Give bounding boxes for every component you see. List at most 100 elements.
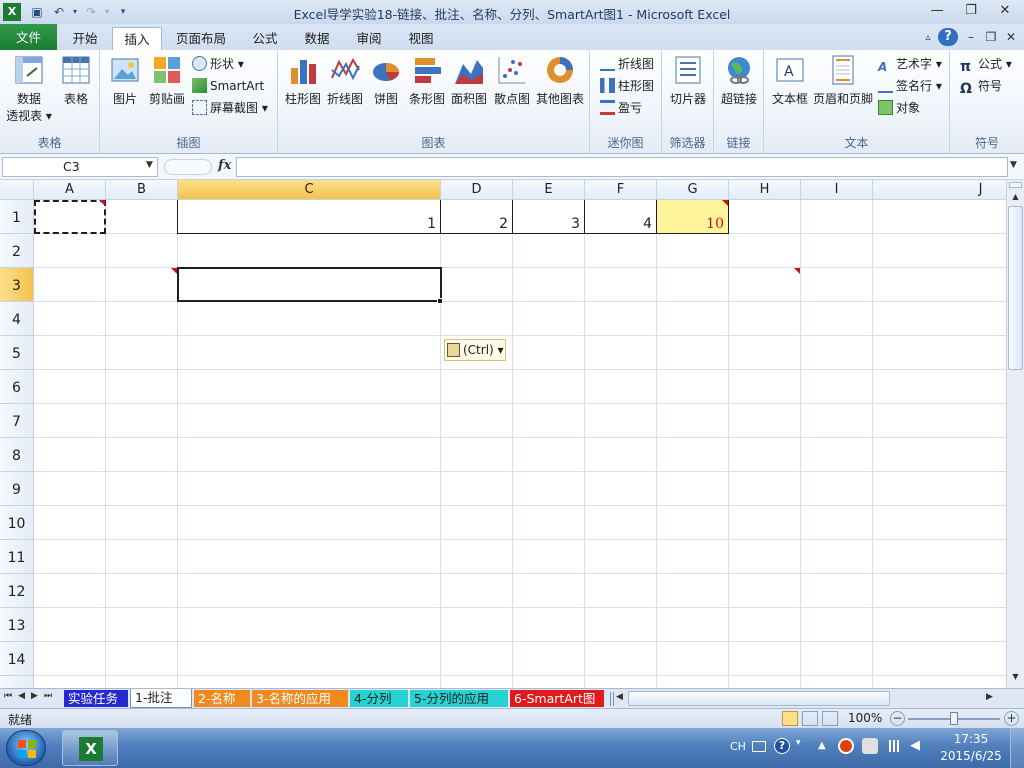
tab-data[interactable]: 数据 bbox=[292, 27, 342, 51]
input-language[interactable]: CH bbox=[730, 740, 746, 753]
fill-handle[interactable] bbox=[437, 298, 443, 304]
scroll-up-icon[interactable]: ▲ bbox=[1009, 190, 1022, 204]
row-header[interactable]: 8 bbox=[0, 438, 34, 472]
column-header[interactable]: E bbox=[513, 180, 585, 200]
zoom-out-button[interactable]: − bbox=[890, 711, 905, 726]
split-box[interactable] bbox=[1009, 182, 1022, 188]
sparkline-column-button[interactable]: 柱形图 bbox=[600, 76, 654, 96]
sheet-tab[interactable]: 4-分列 bbox=[350, 690, 408, 707]
start-button[interactable] bbox=[6, 730, 46, 766]
textbox-button[interactable]: A 文本框 bbox=[768, 54, 812, 107]
tab-file[interactable]: 文件 bbox=[0, 24, 57, 51]
paste-options-button[interactable]: (Ctrl) ▾ bbox=[444, 339, 506, 361]
security-tray-icon[interactable] bbox=[838, 738, 854, 754]
row-header[interactable]: 10 bbox=[0, 506, 34, 540]
signal-bars-icon[interactable] bbox=[886, 740, 902, 752]
table-button[interactable]: 表格 bbox=[56, 54, 96, 107]
hscroll-right-icon[interactable]: ▶ bbox=[986, 692, 993, 702]
sheet-navigation-icons[interactable]: ⏮◀▶⏭ bbox=[4, 691, 58, 701]
cell-c1[interactable]: 1 bbox=[178, 216, 440, 232]
cell-g1[interactable]: 10 bbox=[657, 216, 728, 232]
cell-d1[interactable]: 2 bbox=[441, 216, 512, 232]
show-desktop-button[interactable] bbox=[1010, 728, 1024, 768]
symbol-button[interactable]: Ω 符号 bbox=[960, 76, 1002, 97]
expand-formula-bar-icon[interactable]: ▼ bbox=[1010, 160, 1017, 170]
slicer-button[interactable]: 切片器 bbox=[666, 54, 710, 107]
comment-indicator-h3[interactable] bbox=[794, 268, 800, 274]
pie-chart-button[interactable]: 饼图 bbox=[366, 54, 406, 107]
keyboard-icon[interactable] bbox=[752, 741, 766, 752]
volume-icon[interactable]: ◀ bbox=[910, 739, 924, 753]
tab-page-layout[interactable]: 页面布局 bbox=[168, 27, 234, 51]
smartart-button[interactable]: SmartArt bbox=[192, 76, 264, 96]
row-header[interactable]: 9 bbox=[0, 472, 34, 506]
cell-e1[interactable]: 3 bbox=[513, 216, 584, 232]
restore-button[interactable]: ❐ bbox=[958, 2, 984, 20]
zoom-in-button[interactable]: + bbox=[1004, 711, 1019, 726]
sheet-tab[interactable]: 实验任务 bbox=[64, 690, 128, 707]
equation-button[interactable]: π 公式 ▾ bbox=[960, 54, 1012, 75]
object-button[interactable]: 对象 bbox=[878, 98, 920, 118]
line-chart-button[interactable]: 折线图 bbox=[324, 54, 366, 107]
column-header[interactable]: B bbox=[106, 180, 178, 200]
bar-chart-button[interactable]: 条形图 bbox=[406, 54, 448, 107]
row-header[interactable]: 4 bbox=[0, 302, 34, 336]
hscroll-left-icon[interactable]: ◀ bbox=[616, 692, 623, 702]
column-header[interactable]: D bbox=[441, 180, 513, 200]
minimize-button[interactable]: — bbox=[924, 2, 950, 20]
active-cell-c3[interactable] bbox=[177, 267, 442, 302]
sparkline-line-button[interactable]: 折线图 bbox=[600, 54, 654, 74]
row-header[interactable]: 5 bbox=[0, 336, 34, 370]
select-all-corner[interactable] bbox=[0, 180, 34, 200]
insert-function-button[interactable]: fx bbox=[218, 158, 231, 173]
picture-button[interactable]: 图片 bbox=[104, 54, 146, 107]
network-warning-icon[interactable] bbox=[862, 738, 878, 754]
row-header[interactable]: 11 bbox=[0, 540, 34, 574]
hyperlink-button[interactable]: 超链接 bbox=[717, 54, 761, 107]
row-header[interactable]: 2 bbox=[0, 234, 34, 268]
screenshot-button[interactable]: 屏幕截图 ▾ bbox=[192, 98, 268, 118]
normal-view-icon[interactable] bbox=[782, 711, 798, 726]
taskbar-excel-button[interactable]: X bbox=[62, 730, 118, 766]
column-header[interactable]: A bbox=[34, 180, 106, 200]
close-button[interactable]: ✕ bbox=[992, 2, 1018, 20]
formula-bar-resize-handle[interactable] bbox=[164, 159, 212, 175]
comment-indicator-a1[interactable] bbox=[99, 200, 105, 206]
name-box[interactable]: C3 bbox=[2, 157, 158, 177]
scatter-chart-button[interactable]: 散点图 bbox=[490, 54, 534, 107]
collapse-ribbon-icon[interactable]: ▵ bbox=[918, 29, 938, 47]
column-header-selected[interactable]: C bbox=[178, 180, 441, 200]
zoom-level[interactable]: 100% bbox=[848, 711, 882, 725]
page-break-view-icon[interactable] bbox=[822, 711, 838, 726]
other-charts-button[interactable]: 其他图表 bbox=[534, 54, 586, 107]
workbook-restore-button[interactable]: ❐ bbox=[982, 28, 1000, 46]
help-icon[interactable]: ? bbox=[938, 28, 958, 46]
column-header[interactable]: G bbox=[657, 180, 729, 200]
sparkline-winloss-button[interactable]: 盈亏 bbox=[600, 98, 642, 118]
tab-formulas[interactable]: 公式 bbox=[240, 27, 290, 51]
scroll-thumb[interactable] bbox=[1008, 206, 1023, 370]
row-header[interactable]: 12 bbox=[0, 574, 34, 608]
column-chart-button[interactable]: 柱形图 bbox=[282, 54, 324, 107]
sheet-tab[interactable]: 2-名称 bbox=[194, 690, 250, 707]
sheet-tab-active[interactable]: 1-批注 bbox=[130, 689, 192, 708]
header-footer-button[interactable]: 页眉和页脚 bbox=[812, 54, 874, 107]
row-header[interactable]: 6 bbox=[0, 370, 34, 404]
shapes-button[interactable]: 形状 ▾ bbox=[192, 54, 244, 74]
tab-view[interactable]: 视图 bbox=[396, 27, 446, 51]
name-box-dropdown-icon[interactable]: ▼ bbox=[146, 160, 153, 170]
workbook-minimize-button[interactable]: – bbox=[962, 28, 980, 46]
sheet-tab[interactable]: 5-分列的应用 bbox=[410, 690, 508, 707]
row-header-selected[interactable]: 3 bbox=[0, 268, 34, 302]
clock-time[interactable]: 17:35 bbox=[938, 732, 1004, 746]
show-hidden-icons[interactable]: ▲ bbox=[818, 740, 826, 751]
signature-line-button[interactable]: 签名行 ▾ bbox=[878, 76, 942, 96]
row-header[interactable]: 7 bbox=[0, 404, 34, 438]
clock-date[interactable]: 2015/6/25 bbox=[938, 749, 1004, 763]
formula-input[interactable] bbox=[236, 157, 1008, 177]
tab-review[interactable]: 审阅 bbox=[344, 27, 394, 51]
comment-indicator-g1[interactable] bbox=[722, 200, 728, 206]
help-tray-icon[interactable]: ? bbox=[774, 738, 790, 754]
workbook-close-button[interactable]: ✕ bbox=[1002, 28, 1020, 46]
column-header[interactable]: H bbox=[729, 180, 801, 200]
